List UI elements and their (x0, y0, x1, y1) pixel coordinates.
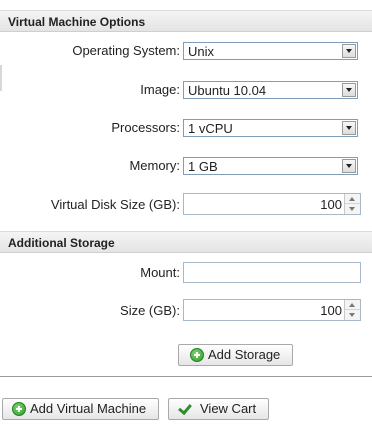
stepper-up-icon[interactable] (345, 194, 360, 204)
divider (0, 376, 372, 377)
processors-select-value: 1 vCPU (188, 121, 233, 136)
os-select[interactable]: Unix (183, 42, 358, 60)
memory-select-value: 1 GB (188, 159, 218, 174)
disk-size-stepper[interactable]: 100 (183, 193, 361, 215)
left-edge-marker (0, 65, 2, 91)
stepper-down-icon[interactable] (345, 204, 360, 214)
processors-label: Processors: (111, 120, 180, 135)
view-cart-label: View Cart (200, 401, 257, 416)
os-select-value: Unix (188, 44, 215, 59)
stepper-buttons (344, 300, 360, 320)
image-label: Image: (140, 82, 180, 97)
os-label: Operating System: (72, 43, 180, 58)
image-select-value: Ubuntu 10.04 (188, 83, 267, 98)
chevron-down-icon[interactable] (342, 44, 356, 58)
processors-select[interactable]: 1 vCPU (183, 119, 358, 137)
memory-select[interactable]: 1 GB (183, 157, 358, 175)
storage-size-stepper[interactable]: 100 (183, 299, 361, 321)
vm-options-header: Virtual Machine Options (0, 10, 372, 32)
disk-size-label: Virtual Disk Size (GB): (50, 197, 180, 212)
disk-size-value[interactable]: 100 (320, 197, 342, 212)
memory-label: Memory: (129, 158, 180, 173)
add-storage-label: Add Storage (208, 347, 281, 362)
chevron-down-icon[interactable] (342, 159, 356, 173)
storage-size-label: Size (GB): (120, 303, 180, 318)
stepper-down-icon[interactable] (345, 310, 360, 320)
storage-size-value[interactable]: 100 (320, 303, 342, 318)
plus-circle-icon (190, 348, 204, 362)
stepper-up-icon[interactable] (345, 300, 360, 310)
mount-label: Mount: (140, 265, 180, 280)
chevron-down-icon[interactable] (342, 121, 356, 135)
add-virtual-machine-label: Add Virtual Machine (30, 401, 147, 416)
additional-storage-header: Additional Storage (0, 231, 372, 253)
view-cart-button[interactable]: View Cart (168, 398, 269, 420)
add-storage-button[interactable]: Add Storage (178, 344, 293, 366)
checkmark-icon (178, 402, 192, 416)
mount-input[interactable] (183, 262, 361, 283)
plus-circle-icon (12, 402, 26, 416)
chevron-down-icon[interactable] (342, 83, 356, 97)
image-select[interactable]: Ubuntu 10.04 (183, 81, 358, 99)
add-virtual-machine-button[interactable]: Add Virtual Machine (2, 398, 159, 420)
stepper-buttons (344, 194, 360, 214)
